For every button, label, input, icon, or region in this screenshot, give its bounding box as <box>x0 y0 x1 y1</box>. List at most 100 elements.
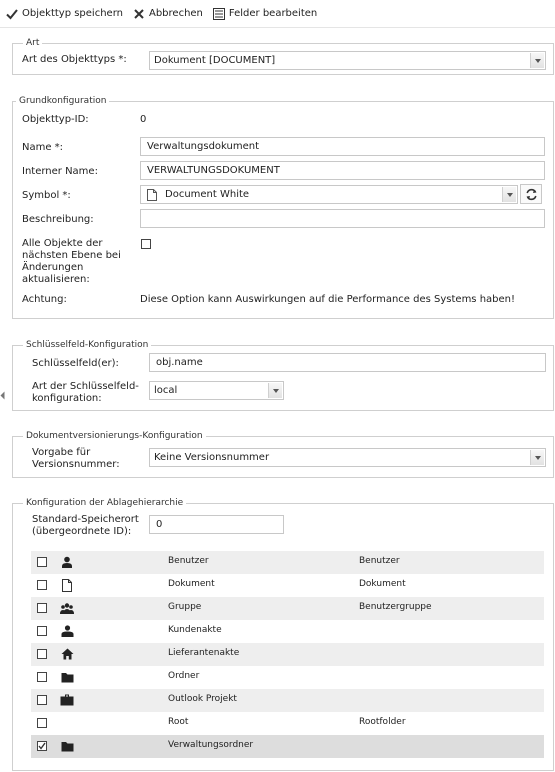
table-row[interactable]: Root Rootfolder <box>31 712 544 735</box>
row-checkbox[interactable] <box>37 557 47 567</box>
default-location-input-value: 0 <box>156 519 163 530</box>
table-row[interactable]: Lieferantenakte <box>31 643 544 666</box>
row-name: Benutzer <box>168 556 209 566</box>
key-config-type-label-line1: Art der Schlüsselfeld- <box>32 381 139 392</box>
chevron-down-icon[interactable] <box>530 450 544 465</box>
row-checkbox[interactable] <box>37 649 47 659</box>
table-row[interactable]: Dokument Dokument <box>31 574 544 597</box>
version-default-value: Keine Versionsnummer <box>154 452 270 463</box>
save-button-label: Objekttyp speichern <box>22 8 123 19</box>
object-type-id-label: Objekttyp-ID: <box>22 114 89 125</box>
table-row-selected[interactable]: Verwaltungsordner <box>31 735 544 758</box>
key-config-type-label: Art der Schlüsselfeld- konfiguration: <box>32 381 139 405</box>
name-label: Name *: <box>22 142 64 153</box>
default-location-label-line1: Standard-Speicherort <box>32 514 139 525</box>
internal-name-input[interactable]: VERWALTUNGSDOKUMENT <box>140 161 545 180</box>
row-checkbox[interactable] <box>37 580 47 590</box>
symbol-value: Document White <box>165 189 250 200</box>
key-config-type-value: local <box>154 385 178 396</box>
table-row[interactable]: Outlook Projekt <box>31 689 544 712</box>
chevron-down-icon[interactable] <box>502 187 516 202</box>
edit-fields-button-label: Felder bearbeiten <box>228 8 318 19</box>
version-default-label: Vorgabe für Versionsnummer: <box>32 447 120 471</box>
default-location-input[interactable]: 0 <box>149 515 284 534</box>
row-type: Benutzer <box>359 556 400 566</box>
versioning-legend: Dokumentversionierungs-Konfiguration <box>23 430 206 442</box>
row-name: Lieferantenakte <box>168 648 240 658</box>
close-icon <box>134 8 144 19</box>
key-fields-input[interactable]: obj.name <box>149 353 546 372</box>
toolbar: Objekttyp speichern Abbrechen Felder bea… <box>0 0 555 28</box>
update-children-checkbox[interactable] <box>141 239 151 249</box>
update-children-label-line2: nächsten Ebene bei <box>22 250 121 261</box>
versioning-section: Dokumentversionierungs-Konfiguration Vor… <box>12 430 554 478</box>
briefcase-icon <box>60 693 74 707</box>
version-default-label-line2: Versionsnummer: <box>32 459 120 470</box>
symbol-select[interactable]: Document White <box>140 185 518 204</box>
row-name: Kundenakte <box>168 625 222 635</box>
customer-icon <box>60 624 74 638</box>
row-checkbox[interactable] <box>37 672 47 682</box>
version-default-label-line1: Vorgabe für <box>32 447 91 458</box>
row-type: Benutzergruppe <box>359 602 432 612</box>
row-checkbox[interactable] <box>37 626 47 636</box>
table-row[interactable]: Kundenakte <box>31 620 544 643</box>
table-row[interactable]: Gruppe Benutzergruppe <box>31 597 544 620</box>
name-input[interactable]: Verwaltungsdokument <box>140 137 545 156</box>
art-legend: Art <box>23 37 43 49</box>
chevron-down-icon[interactable] <box>268 383 282 398</box>
row-checkbox[interactable] <box>37 695 47 705</box>
folder-icon <box>60 670 74 684</box>
document-icon <box>60 578 74 592</box>
folder-icon <box>60 739 74 753</box>
update-children-label-line4: aktualisieren: <box>22 274 90 285</box>
version-default-select[interactable]: Keine Versionsnummer <box>149 448 546 467</box>
cancel-button-label: Abbrechen <box>148 8 203 19</box>
internal-name-input-value: VERWALTUNGSDOKUMENT <box>147 165 280 176</box>
hierarchy-legend: Konfiguration der Ablagehierarchie <box>23 497 187 509</box>
row-checkbox[interactable] <box>37 603 47 613</box>
table-row[interactable]: Benutzer Benutzer <box>31 551 544 574</box>
key-config-type-label-line2: konfiguration: <box>32 393 102 404</box>
internal-name-label: Interner Name: <box>22 166 98 177</box>
row-name: Outlook Projekt <box>168 694 237 704</box>
default-location-label: Standard-Speicherort (übergeordnete ID): <box>32 514 139 538</box>
description-input[interactable] <box>140 209 545 228</box>
document-icon <box>147 188 157 201</box>
edit-fields-button[interactable]: Felder bearbeiten <box>212 7 318 20</box>
cancel-button[interactable]: Abbrechen <box>133 8 203 20</box>
key-config-type-select[interactable]: local <box>149 381 284 400</box>
row-name: Ordner <box>168 671 200 681</box>
row-checkbox[interactable] <box>37 718 47 728</box>
update-children-label-line3: Änderungen <box>22 262 84 273</box>
key-fields-label: Schlüsselfeld(er): <box>32 358 119 369</box>
group-icon <box>60 601 74 615</box>
save-button[interactable]: Objekttyp speichern <box>6 8 123 20</box>
row-name: Gruppe <box>168 602 202 612</box>
warning-text: Diese Option kann Auswirkungen auf die P… <box>140 294 516 305</box>
object-type-select[interactable]: Dokument [DOCUMENT] <box>149 51 546 70</box>
chevron-down-icon[interactable] <box>530 53 544 68</box>
row-checkbox-checked[interactable] <box>37 741 47 751</box>
key-field-section: Schlüsselfeld-Konfiguration Schlüsselfel… <box>12 339 554 411</box>
collapse-arrow-icon[interactable] <box>0 391 5 400</box>
symbol-label: Symbol *: <box>22 190 71 201</box>
row-name: Dokument <box>168 579 215 589</box>
art-section: Art Art des Objekttyps *: Dokument [DOCU… <box>12 37 554 75</box>
description-label: Beschreibung: <box>22 214 94 225</box>
key-field-legend: Schlüsselfeld-Konfiguration <box>23 339 152 351</box>
hierarchy-table: Benutzer Benutzer Dokument Dokument Grup… <box>31 551 544 758</box>
checkmark-icon <box>6 8 18 19</box>
row-name: Verwaltungsordner <box>168 740 254 750</box>
checkmark-icon <box>38 742 46 750</box>
warning-label: Achtung: <box>22 294 67 305</box>
key-fields-input-value: obj.name <box>156 357 203 368</box>
table-row[interactable]: Ordner <box>31 666 544 689</box>
row-type: Dokument <box>359 579 406 589</box>
home-icon <box>60 647 74 661</box>
row-type: Rootfolder <box>359 717 406 727</box>
object-type-label: Art des Objekttyps *: <box>22 54 127 65</box>
name-input-value: Verwaltungsdokument <box>147 141 260 152</box>
refresh-button[interactable] <box>520 184 542 204</box>
update-children-label: Alle Objekte der nächsten Ebene bei Ände… <box>22 238 132 286</box>
